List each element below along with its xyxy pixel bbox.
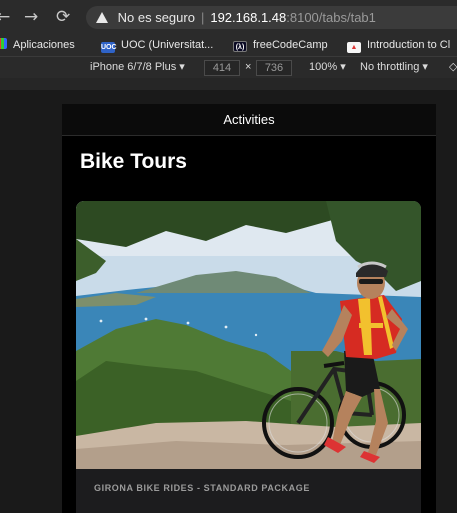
freecodecamp-logo-icon: (λ) [233,41,247,52]
rotate-icon[interactable]: ◇ [449,60,457,74]
viewport-height-input[interactable]: 736 [256,60,292,76]
introduction-site-icon: ▲ [347,42,361,53]
bookmark-label: Aplicaciones [13,39,75,51]
bookmark-label: freeCodeCamp [253,39,328,51]
activity-card[interactable]: GIRONA BIKE RIDES - STANDARD PACKAGE [76,201,421,513]
apps-grid-icon [0,38,7,49]
toolbar-title: Activities [223,112,275,127]
bookmark-introduction[interactable]: ▲ Introduction to Cl [347,38,450,53]
warning-icon [96,12,108,23]
back-arrow-icon[interactable]: ← [0,7,10,27]
device-select[interactable]: iPhone 6/7/8 Plus ▾ [90,60,185,74]
cyclist-photo [76,201,421,469]
reload-icon[interactable]: ⟳ [56,7,70,27]
throttle-select[interactable]: No throttling ▾ [360,60,428,74]
address-path: :8100/tabs/tab1 [286,10,376,25]
media-query-ruler [0,78,457,90]
viewport-width-input[interactable]: 414 [204,60,240,76]
address-host: 192.168.1.48 [210,10,287,25]
dimension-times: × [245,61,252,73]
bookmark-freecodecamp[interactable]: (λ) freeCodeCamp [233,38,328,52]
browser-url-bar: ← → ⟳ No es seguro | 192.168.1.48:8100/tab… [0,0,457,34]
address-field[interactable]: No es seguro | 192.168.1.48:8100/tabs/tab1 [86,6,457,29]
bookmark-label: UOC (Universitat... [121,39,214,51]
uoc-logo-icon: UOC [101,42,117,53]
zoom-select[interactable]: 100% ▾ [309,60,346,74]
page-title: Bike Tours [80,150,187,173]
address-separator: | [200,10,205,25]
bookmarks-bar: Aplicaciones UOC UOC (Universitat... (λ) f… [0,34,457,56]
bookmark-label: Introduction to Cl [367,39,451,51]
device-toolbar: iPhone 6/7/8 Plus ▾ 414 × 736 100% ▾ No … [0,56,457,78]
forward-arrow-icon[interactable]: → [24,7,38,27]
not-secure-label: No es seguro [117,10,195,25]
bookmark-apps[interactable]: Aplicaciones [0,38,75,52]
app-toolbar: Activities [62,104,436,136]
phone-viewport: Activities Bike Tours GIRONA BIKE RIDES … [62,104,436,513]
card-caption: GIRONA BIKE RIDES - STANDARD PACKAGE [94,483,310,493]
bookmark-uoc[interactable]: UOC UOC (Universitat... [101,38,213,53]
